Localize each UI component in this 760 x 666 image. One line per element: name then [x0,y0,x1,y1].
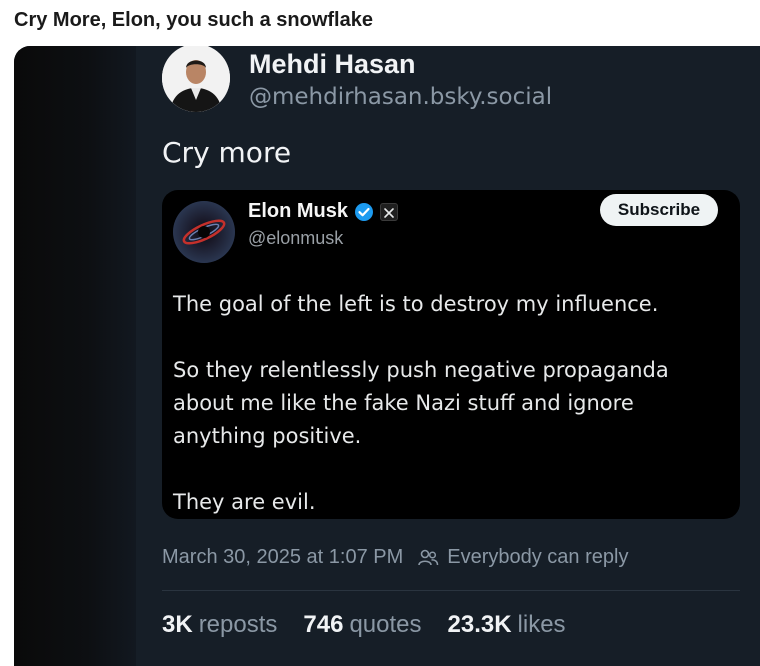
post-container: Mehdi Hasan @mehdirhasan.bsky.social Cry… [14,46,760,666]
post-timestamp[interactable]: March 30, 2025 at 1:07 PM [162,546,403,569]
quotes-count: 746 [303,611,344,638]
embed-paragraph: The goal of the left is to destroy my in… [173,292,659,316]
reposts-count: 3K [162,611,193,638]
post-text: Cry more [162,136,292,169]
embed-author-avatar [173,201,235,263]
likes-count: 23.3K [447,611,512,638]
embed-author-name-row: Elon Musk [248,200,399,223]
reply-setting-label: Everybody can reply [447,546,629,568]
embed-paragraph: They are evil. [173,490,316,514]
reply-setting[interactable]: Everybody can reply [417,546,628,569]
verified-badge-icon [354,202,374,222]
embed-author-handle: @elonmusk [248,228,344,248]
left-panel [14,46,136,666]
divider [162,590,740,591]
page-title: Cry More, Elon, you such a snowflake [14,9,373,31]
embed-paragraph: So they relentlessly push negative propa… [173,358,669,448]
reposts-label: reposts [198,611,278,638]
embed-author-name: Elon Musk [248,200,349,222]
author-avatar[interactable] [162,46,230,112]
author-name[interactable]: Mehdi Hasan [249,49,416,80]
embed-body: The goal of the left is to destroy my in… [173,288,733,519]
people-icon [417,547,439,569]
post-stats: 3K reposts 746 quotes 23.3K likes [162,611,592,639]
quotes-label: quotes [349,611,422,638]
embedded-post-screenshot: Elon Musk @elonmusk Subscribe The goal o… [162,190,740,519]
likes-label: likes [517,611,566,638]
author-handle[interactable]: @mehdirhasan.bsky.social [249,84,552,110]
subscribe-button: Subscribe [600,194,718,226]
x-logo-icon [380,202,399,221]
reposts-stat[interactable]: 3K reposts [162,611,277,639]
likes-stat[interactable]: 23.3K likes [448,611,566,639]
quotes-stat[interactable]: 746 quotes [303,611,421,639]
post-meta-row: March 30, 2025 at 1:07 PM Everybody can … [162,546,628,569]
